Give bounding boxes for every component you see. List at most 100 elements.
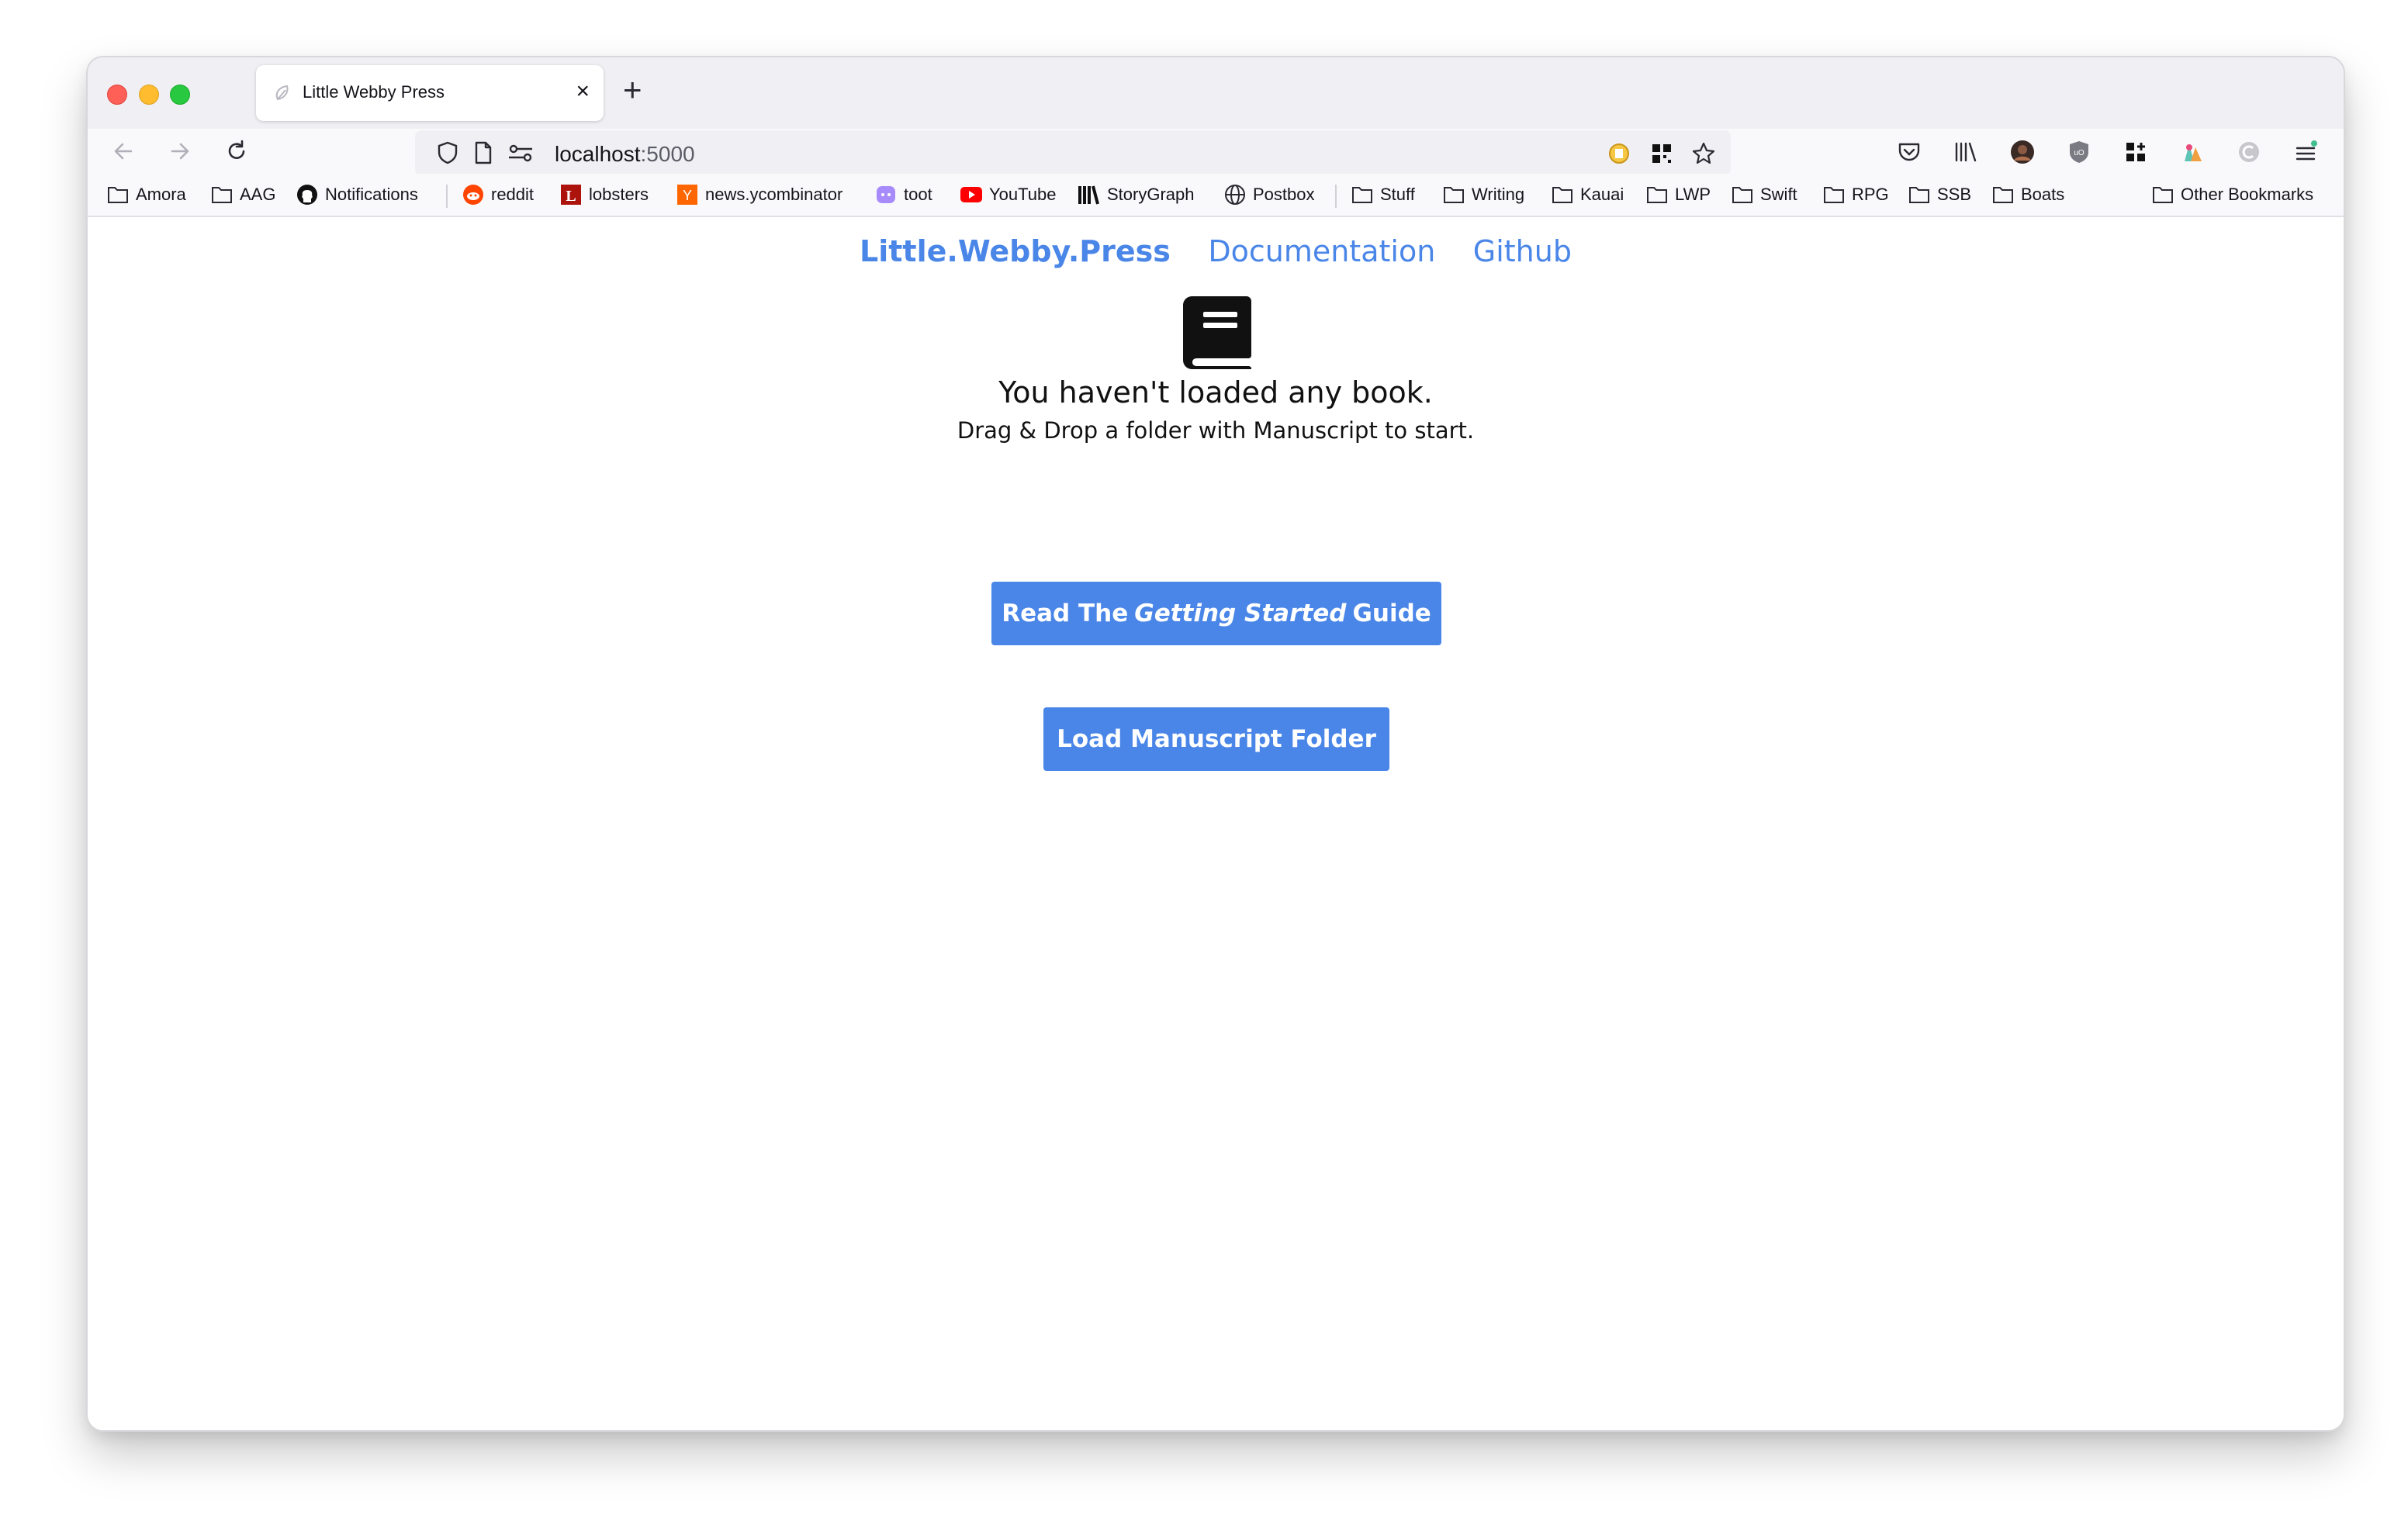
- bookmark-label: RPG: [1852, 185, 1889, 204]
- pocket-icon[interactable]: [1895, 138, 1923, 166]
- bookmark-label: Notifications: [325, 185, 418, 204]
- bookmark-star-icon[interactable]: [1690, 140, 1718, 168]
- colorful-extension-icon[interactable]: [2178, 138, 2206, 166]
- tab-little-webby-press[interactable]: Little Webby Press ×: [256, 65, 604, 121]
- grey-c-extension-icon[interactable]: [2235, 138, 2263, 166]
- guide-button-emphasis: Getting Started: [1134, 600, 1347, 627]
- svg-text:uO: uO: [2074, 149, 2085, 157]
- bookmark-boats[interactable]: Boats: [1991, 183, 2064, 206]
- bookmark-postbox[interactable]: Postbox: [1223, 183, 1315, 206]
- bookmark-writing[interactable]: Writing: [1442, 183, 1524, 206]
- library-icon[interactable]: [1952, 138, 1980, 166]
- mastodon-icon: [874, 183, 898, 206]
- bookmark-label: Other Bookmarks: [2181, 185, 2314, 204]
- folder-icon: [1351, 183, 1374, 206]
- nav-documentation-link[interactable]: Documentation: [1208, 234, 1435, 268]
- bookmark-lwp[interactable]: LWP: [1645, 183, 1711, 206]
- folder-icon: [2151, 183, 2174, 206]
- bookmark-label: reddit: [491, 185, 535, 204]
- svg-text:Y: Y: [683, 188, 692, 203]
- extension-badge-icon[interactable]: [1606, 140, 1632, 167]
- bookmark-label: lobsters: [589, 185, 649, 204]
- bookmarks-separator: [1335, 185, 1337, 208]
- bookmark-aag[interactable]: AAG: [210, 183, 275, 206]
- bookmarks-separator: [446, 185, 448, 208]
- bookmark-youtube[interactable]: YouTube: [960, 183, 1056, 206]
- globe-icon: [1223, 183, 1247, 206]
- url-port: :5000: [640, 142, 695, 166]
- new-tab-button[interactable]: +: [623, 68, 642, 112]
- nav-github-link[interactable]: Github: [1473, 234, 1572, 268]
- lobsters-icon: L: [559, 183, 583, 206]
- bookmark-label: Swift: [1760, 185, 1797, 204]
- window-maximize-button[interactable]: [170, 85, 190, 105]
- bookmark-label: toot: [904, 185, 932, 204]
- bookmark-label: Kauai: [1580, 185, 1624, 204]
- bookmark-notifications[interactable]: Notifications: [296, 183, 418, 206]
- bookmark-lobsters[interactable]: L lobsters: [559, 183, 649, 206]
- storygraph-icon: [1078, 183, 1101, 206]
- bookmark-label: SSB: [1937, 185, 1972, 204]
- empty-state-subline: Drag & Drop a folder with Manuscript to …: [957, 417, 1475, 444]
- bookmark-label: news.ycombinator: [705, 185, 843, 204]
- github-icon: [296, 183, 319, 206]
- bookmark-kauai[interactable]: Kauai: [1551, 183, 1624, 206]
- bookmark-label: StoryGraph: [1107, 185, 1195, 204]
- reload-icon: [228, 140, 245, 159]
- url-text[interactable]: localhost:5000: [555, 142, 695, 167]
- getting-started-guide-button[interactable]: Read The Getting Started Guide: [991, 582, 1441, 645]
- bookmarks-toolbar: Amora AAG Notifications reddit L lobster…: [88, 174, 2344, 217]
- account-avatar[interactable]: [2008, 138, 2036, 166]
- folder-icon: [1822, 183, 1846, 206]
- folder-icon: [1991, 183, 2015, 206]
- page-favicon-icon: [275, 85, 289, 101]
- tab-bar: Little Webby Press × +: [88, 57, 2344, 129]
- bookmark-swift[interactable]: Swift: [1731, 183, 1797, 206]
- bookmark-other-bookmarks[interactable]: Other Bookmarks: [2151, 183, 2313, 206]
- folder-icon: [210, 183, 234, 206]
- bookmark-label: Amora: [136, 185, 186, 204]
- browser-window: Little Webby Press × + localhost:5000 uO…: [88, 57, 2344, 1430]
- bookmark-ssb[interactable]: SSB: [1908, 183, 1971, 206]
- guide-button-suffix: Guide: [1352, 600, 1431, 627]
- bookmark-reddit[interactable]: reddit: [462, 183, 534, 206]
- menu-icon[interactable]: [2292, 138, 2320, 166]
- bookmark-label: LWP: [1675, 185, 1711, 204]
- arrow-right-icon: [171, 143, 189, 160]
- ycombinator-icon: Y: [676, 183, 699, 206]
- folder-icon: [1908, 183, 1931, 206]
- window-minimize-button[interactable]: [139, 85, 159, 105]
- bookmark-label: Postbox: [1253, 185, 1315, 204]
- guide-button-prefix: Read The: [1002, 600, 1129, 627]
- url-host: localhost: [555, 142, 641, 166]
- reddit-icon: [462, 183, 485, 206]
- back-button[interactable]: [107, 135, 140, 168]
- ublock-icon[interactable]: uO: [2065, 138, 2093, 166]
- bookmark-label: AAG: [240, 185, 276, 204]
- load-manuscript-folder-button[interactable]: Load Manuscript Folder: [1043, 707, 1389, 771]
- url-bar[interactable]: localhost:5000: [415, 130, 1731, 175]
- tab-close-icon[interactable]: ×: [576, 78, 590, 105]
- shield-icon[interactable]: [435, 140, 460, 165]
- tab-title: Little Webby Press: [303, 82, 445, 102]
- bookmark-label: YouTube: [989, 185, 1057, 204]
- extensions-grid-icon[interactable]: [2122, 138, 2150, 166]
- bookmark-news-ycombinator[interactable]: Y news.ycombinator: [676, 183, 842, 206]
- folder-icon: [1645, 183, 1669, 206]
- nav-brand-link[interactable]: Little.Webby.Press: [860, 234, 1171, 268]
- reload-button[interactable]: [220, 135, 253, 168]
- bookmark-amora[interactable]: Amora: [106, 183, 186, 206]
- qr-code-icon[interactable]: [1649, 140, 1675, 167]
- forward-button[interactable]: [164, 135, 196, 168]
- book-icon: [1183, 296, 1251, 369]
- page-info-icon[interactable]: [471, 140, 496, 165]
- bookmark-stuff[interactable]: Stuff: [1351, 183, 1415, 206]
- folder-icon: [106, 183, 130, 206]
- bookmark-label: Stuff: [1380, 185, 1415, 204]
- bookmark-rpg[interactable]: RPG: [1822, 183, 1889, 206]
- bookmark-storygraph[interactable]: StoryGraph: [1078, 183, 1195, 206]
- folder-icon: [1551, 183, 1574, 206]
- bookmark-toot[interactable]: toot: [874, 183, 932, 206]
- window-close-button[interactable]: [107, 85, 127, 105]
- permissions-icon[interactable]: [507, 140, 535, 165]
